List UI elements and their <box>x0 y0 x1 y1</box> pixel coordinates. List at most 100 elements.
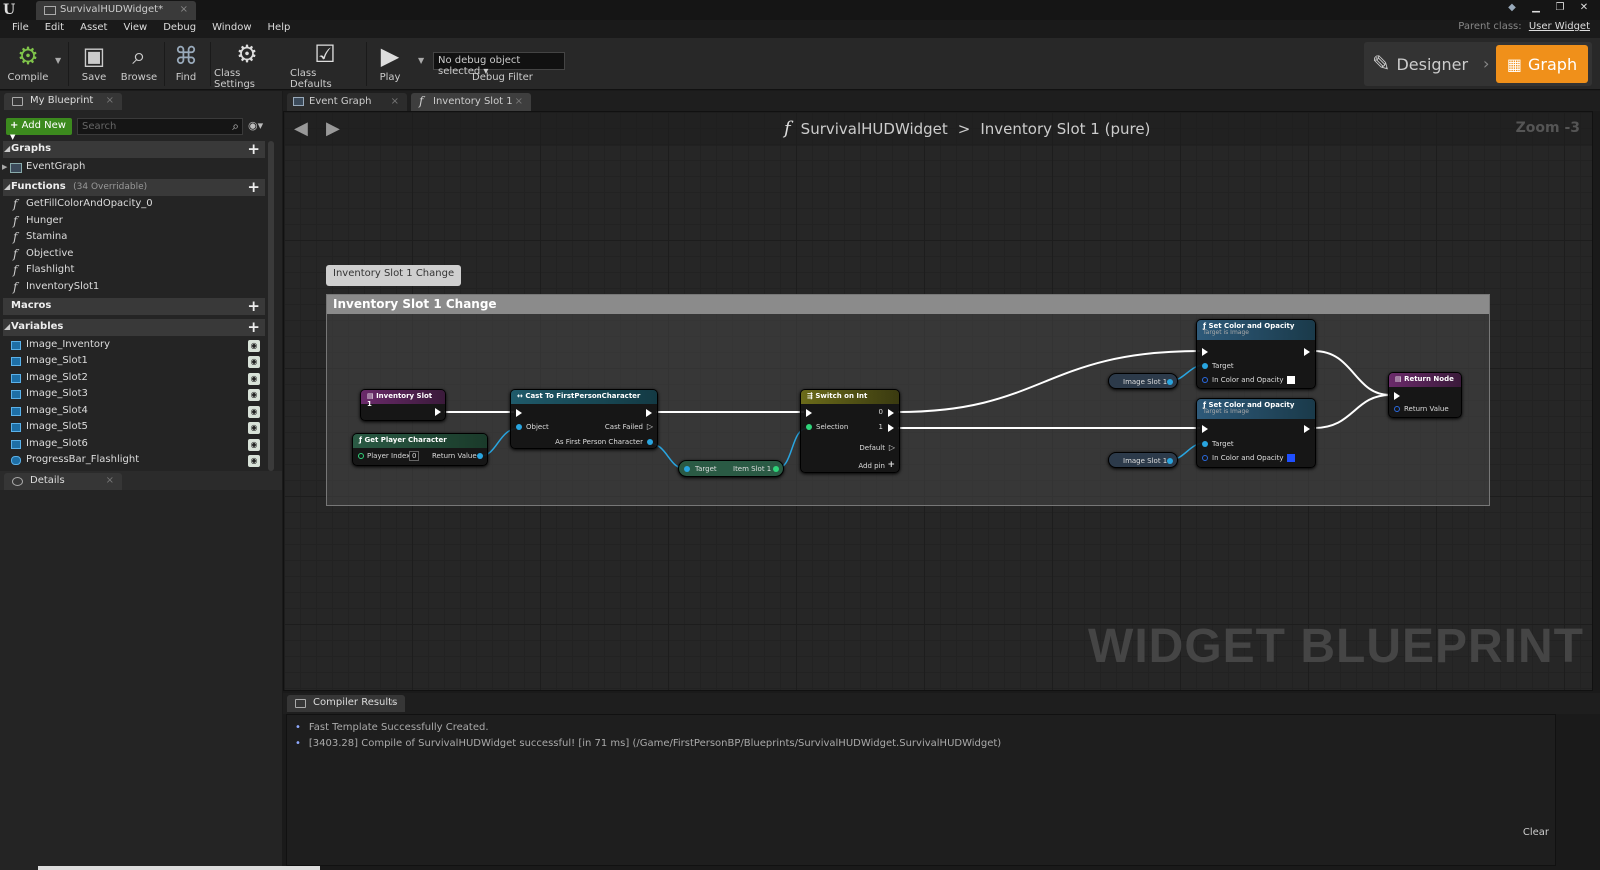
close-tab-icon[interactable]: × <box>106 475 114 486</box>
visibility-eye-icon[interactable]: ◉ <box>248 389 260 401</box>
case-1-exec-pin[interactable] <box>888 424 894 432</box>
variable-item[interactable]: Image_Slot5 ◉ <box>10 421 265 437</box>
return-node[interactable]: ▤ Return Node Return Value <box>1388 372 1462 418</box>
target-input-pin[interactable] <box>684 466 690 472</box>
visibility-eye-icon[interactable]: ◉ <box>248 373 260 385</box>
function-item[interactable]: f Hunger <box>10 214 265 231</box>
visibility-eye-icon[interactable]: ◉ <box>248 422 260 434</box>
save-button[interactable]: ▣ Save <box>74 38 114 90</box>
my-blueprint-tab[interactable]: My Blueprint × <box>4 93 122 110</box>
clear-button[interactable]: Clear <box>1523 827 1549 838</box>
exec-in-pin[interactable] <box>1394 392 1400 400</box>
menu-asset[interactable]: Asset <box>72 20 115 38</box>
minimize-icon[interactable]: ▁ <box>1526 0 1546 14</box>
add-function-plus-icon[interactable]: + <box>247 178 260 196</box>
set-color-and-opacity-node[interactable]: ƒ Set Color and Opacity Target is Image … <box>1196 319 1316 389</box>
exec-out-pin[interactable] <box>435 408 441 416</box>
exec-out-pin[interactable] <box>1304 425 1310 433</box>
set-color-and-opacity-node[interactable]: ƒ Set Color and Opacity Target is Image … <box>1196 398 1316 468</box>
function-item[interactable]: f InventorySlot1 <box>10 280 265 297</box>
variable-item[interactable]: ProgressBar_Flashlight ◉ <box>10 454 265 470</box>
visibility-eye-icon[interactable]: ◉ <box>248 455 260 467</box>
add-new-button[interactable]: + Add New ▼ <box>6 118 72 141</box>
add-variable-plus-icon[interactable]: + <box>247 318 260 336</box>
switch-on-int-node[interactable]: ⇶ Switch on Int 0 Selection 1 Default ▷ … <box>800 389 900 473</box>
visibility-eye-icon[interactable]: ◉ <box>248 340 260 352</box>
add-pin-plus-icon[interactable]: + <box>887 460 895 470</box>
close-tab-icon[interactable]: × <box>180 4 188 15</box>
class-settings-button[interactable]: ⚙ Class Settings <box>214 38 280 90</box>
expand-triangle-icon[interactable]: ▶ <box>2 163 7 171</box>
variable-item[interactable]: Image_Slot1 ◉ <box>10 355 265 371</box>
scrollbar[interactable] <box>268 141 274 471</box>
color-swatch[interactable] <box>1287 376 1295 384</box>
cast-failed-exec-pin[interactable]: ▷ <box>647 422 653 431</box>
designer-mode-button[interactable]: ✎ Designer <box>1372 46 1468 82</box>
play-options-chevron-icon[interactable]: ▼ <box>418 56 424 65</box>
play-button[interactable]: ▶ Play <box>372 38 408 90</box>
player-index-input[interactable]: 0 <box>409 451 420 461</box>
breadcrumb-root[interactable]: SurvivalHUDWidget <box>801 120 948 138</box>
case-0-exec-pin[interactable] <box>888 409 894 417</box>
search-input[interactable]: Search ⌕ <box>77 118 243 135</box>
default-exec-pin[interactable]: ▷ <box>889 443 895 452</box>
graph-mode-button[interactable]: ▦ Graph <box>1496 45 1588 83</box>
return-value-pin[interactable] <box>477 453 483 459</box>
color-input-pin[interactable] <box>1202 377 1208 383</box>
return-value-input-pin[interactable] <box>1394 406 1400 412</box>
variable-item[interactable]: Image_Slot4 ◉ <box>10 405 265 421</box>
debug-object-select[interactable]: No debug object selected ▾ <box>433 52 565 77</box>
exec-out-pin[interactable] <box>1304 348 1310 356</box>
function-entry-node[interactable]: ▤ Inventory Slot 1 <box>360 389 446 421</box>
int-input-pin[interactable] <box>358 453 364 459</box>
menu-debug[interactable]: Debug <box>155 20 204 38</box>
back-arrow-icon[interactable]: ◀ <box>294 118 308 139</box>
close-tab-icon[interactable]: × <box>106 95 114 106</box>
compile-options-chevron-icon[interactable]: ▼ <box>55 56 61 65</box>
close-icon[interactable]: ✕ <box>1574 0 1594 14</box>
functions-section-header[interactable]: ◢ Functions (34 Overridable) + <box>3 178 265 196</box>
view-options-eye-icon[interactable]: ◉▾ <box>248 119 263 132</box>
item-slot-output-pin[interactable] <box>773 466 779 472</box>
image-slot-getter-node[interactable]: Image Slot 1 <box>1108 452 1178 468</box>
selection-input-pin[interactable] <box>806 424 812 430</box>
exec-in-pin[interactable] <box>516 409 522 417</box>
exec-out-pin[interactable] <box>646 409 652 417</box>
image-slot-getter-node[interactable]: Image Slot 1 <box>1108 373 1178 389</box>
variable-item[interactable]: Image_Slot6 ◉ <box>10 438 265 454</box>
menu-edit[interactable]: Edit <box>37 20 72 38</box>
image-slot-output-pin[interactable] <box>1167 458 1173 464</box>
variable-item[interactable]: Image_Slot2 ◉ <box>10 372 265 388</box>
notification-icon[interactable]: ◆ <box>1502 0 1522 14</box>
menu-help[interactable]: Help <box>260 20 299 38</box>
compile-button[interactable]: ⚙ Compile <box>4 38 52 90</box>
add-graph-plus-icon[interactable]: + <box>247 140 260 158</box>
color-swatch[interactable] <box>1287 454 1295 462</box>
tab-inventory-slot-1[interactable]: f Inventory Slot 1 × <box>411 93 531 111</box>
close-tab-icon[interactable]: × <box>389 697 397 708</box>
function-item[interactable]: f GetFillColorAndOpacity_0 <box>10 197 265 214</box>
color-input-pin[interactable] <box>1202 455 1208 461</box>
graph-canvas[interactable]: ◀ ▶ f SurvivalHUDWidget > Inventory Slot… <box>283 111 1593 691</box>
target-input-pin[interactable] <box>1202 363 1208 369</box>
variable-item[interactable]: Image_Slot3 ◉ <box>10 388 265 404</box>
function-item[interactable]: f Stamina <box>10 230 265 247</box>
item-slot-getter-node[interactable]: Target Item Slot 1 <box>678 460 784 477</box>
breadcrumb-leaf[interactable]: Inventory Slot 1 (pure) <box>980 120 1150 138</box>
graphs-section-header[interactable]: ◢ Graphs + <box>3 140 265 158</box>
target-input-pin[interactable] <box>1202 441 1208 447</box>
visibility-eye-icon[interactable]: ◉ <box>248 439 260 451</box>
variable-item[interactable]: Image_Inventory ◉ <box>10 339 265 355</box>
document-tab[interactable]: SurvivalHUDWidget* × <box>36 1 196 20</box>
image-slot-output-pin[interactable] <box>1167 379 1173 385</box>
details-tab[interactable]: Details × <box>4 473 122 490</box>
sidebar-item-eventgraph[interactable]: ▶ EventGraph <box>2 161 259 177</box>
maximize-icon[interactable]: ❐ <box>1550 0 1570 14</box>
menu-view[interactable]: View <box>115 20 155 38</box>
class-defaults-button[interactable]: ☑ Class Defaults <box>290 38 360 90</box>
exec-in-pin[interactable] <box>1202 348 1208 356</box>
tab-event-graph[interactable]: Event Graph × <box>287 93 407 111</box>
add-macro-plus-icon[interactable]: + <box>247 297 260 315</box>
close-tab-icon[interactable]: × <box>515 96 523 107</box>
cast-node[interactable]: ↔ Cast To FirstPersonCharacter Object Ca… <box>510 389 658 449</box>
